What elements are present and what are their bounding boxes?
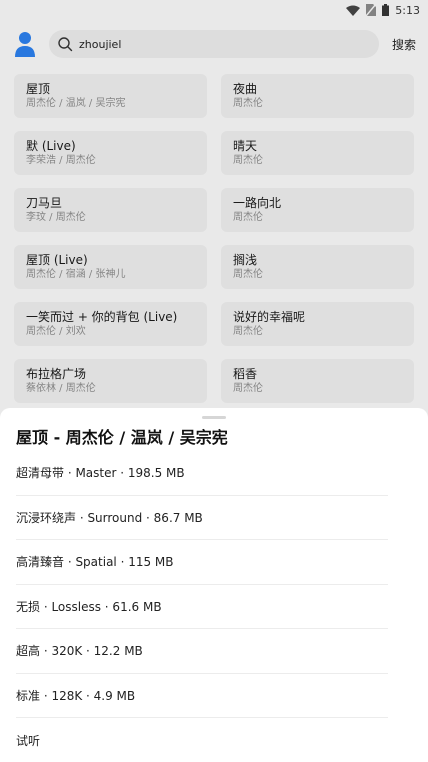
quality-options: 超清母带 · Master · 198.5 MB 沉浸环绕声 · Surroun… (16, 451, 388, 762)
quality-option-preview[interactable]: 试听 (16, 718, 388, 762)
sheet-title: 屋顶 - 周杰伦 / 温岚 / 吴宗宪 (16, 428, 228, 447)
quality-option-lossless[interactable]: 无损 · Lossless · 61.6 MB (16, 585, 388, 629)
quality-option-spatial[interactable]: 高清臻音 · Spatial · 115 MB (16, 540, 388, 585)
quality-bottom-sheet: 屋顶 - 周杰伦 / 温岚 / 吴宗宪 超清母带 · Master · 198.… (0, 408, 428, 762)
quality-option-320k[interactable]: 超高 · 320K · 12.2 MB (16, 629, 388, 674)
sheet-drag-handle[interactable] (202, 416, 226, 419)
quality-option-surround[interactable]: 沉浸环绕声 · Surround · 86.7 MB (16, 496, 388, 540)
quality-option-128k[interactable]: 标准 · 128K · 4.9 MB (16, 674, 388, 718)
quality-option-master[interactable]: 超清母带 · Master · 198.5 MB (16, 451, 388, 496)
